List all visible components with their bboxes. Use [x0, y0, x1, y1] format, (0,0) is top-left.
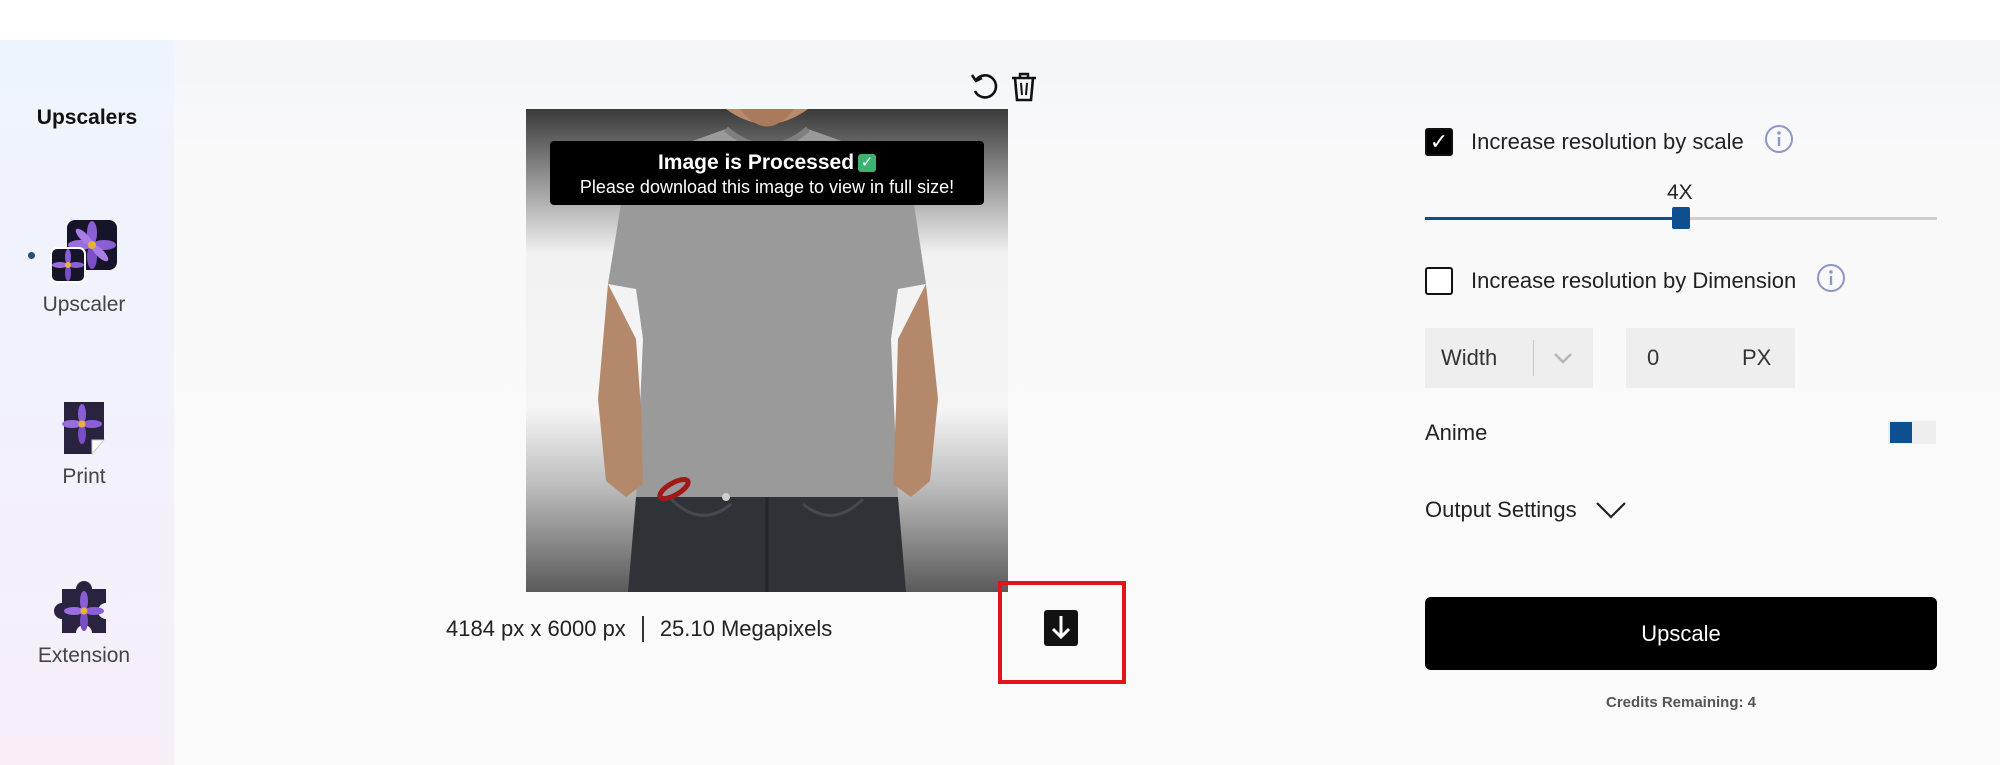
rotate-icon[interactable] — [969, 71, 1001, 108]
info-separator — [641, 616, 644, 642]
dimension-select[interactable]: Width — [1425, 328, 1593, 388]
sidebar: Upscalers Upscaler Print Extension — [0, 40, 174, 765]
info-icon[interactable] — [1816, 263, 1846, 298]
banner-subtitle: Please download this image to view in fu… — [579, 177, 955, 197]
sidebar-item-label: Extension — [37, 644, 131, 667]
slider-thumb[interactable] — [1672, 207, 1690, 229]
chevron-down-icon — [1554, 353, 1572, 364]
trash-icon[interactable] — [1010, 71, 1038, 108]
anime-label: Anime — [1425, 420, 1488, 445]
select-divider — [1533, 340, 1534, 376]
sidebar-title: Upscalers — [36, 106, 138, 129]
scale-option-row: ✓ Increase resolution by scale — [1425, 124, 1794, 159]
upscaler-flower-icon — [50, 220, 117, 283]
output-settings-toggle[interactable]: Output Settings — [1425, 497, 1627, 523]
output-settings-label: Output Settings — [1425, 497, 1577, 522]
check-mark-icon: ✓ — [858, 154, 877, 172]
image-info: 4184 px x 6000 px 25.10 Megapixels — [446, 616, 832, 642]
slider-fill — [1425, 217, 1681, 220]
extension-puzzle-icon — [54, 581, 106, 633]
scale-checkbox[interactable]: ✓ — [1425, 127, 1453, 156]
scale-option-label: Increase resolution by scale — [1471, 128, 1744, 154]
sidebar-item-upscaler[interactable]: Upscaler — [0, 218, 168, 317]
dimension-option-row: Increase resolution by Dimension — [1425, 263, 1846, 298]
dimension-value: 0 — [1647, 345, 1660, 370]
sidebar-item-label: Upscaler — [42, 293, 126, 316]
banner-title: Image is Processed — [657, 151, 855, 174]
credits-remaining: Credits Remaining: 4 — [1605, 694, 1757, 711]
chevron-down-icon — [1595, 502, 1626, 519]
processed-banner: Image is Processed ✓ Please download thi… — [550, 141, 984, 205]
dimension-unit: PX — [1742, 345, 1772, 370]
image-megapixels: 25.10 Megapixels — [659, 616, 833, 641]
anime-toggle[interactable] — [1888, 421, 1936, 444]
download-button[interactable] — [1044, 610, 1078, 646]
toggle-knob — [1890, 422, 1912, 443]
scale-value-label: 4X — [1667, 181, 1693, 204]
print-flower-icon — [62, 402, 106, 456]
sidebar-item-print[interactable]: Print — [0, 400, 168, 489]
image-dimensions: 4184 px x 6000 px — [446, 616, 626, 641]
dimension-checkbox[interactable] — [1425, 266, 1453, 295]
top-bar — [0, 0, 2000, 40]
download-arrow-icon — [1051, 616, 1071, 640]
upscale-button[interactable]: Upscale — [1425, 597, 1937, 670]
dimension-px-input[interactable]: 0 PX — [1626, 328, 1795, 388]
info-icon[interactable] — [1764, 124, 1794, 159]
sidebar-item-label: Print — [62, 465, 106, 488]
sidebar-item-extension[interactable]: Extension — [0, 575, 168, 668]
scale-slider[interactable] — [1425, 207, 1937, 229]
dimension-select-value: Width — [1441, 345, 1498, 370]
dimension-option-label: Increase resolution by Dimension — [1471, 267, 1797, 293]
